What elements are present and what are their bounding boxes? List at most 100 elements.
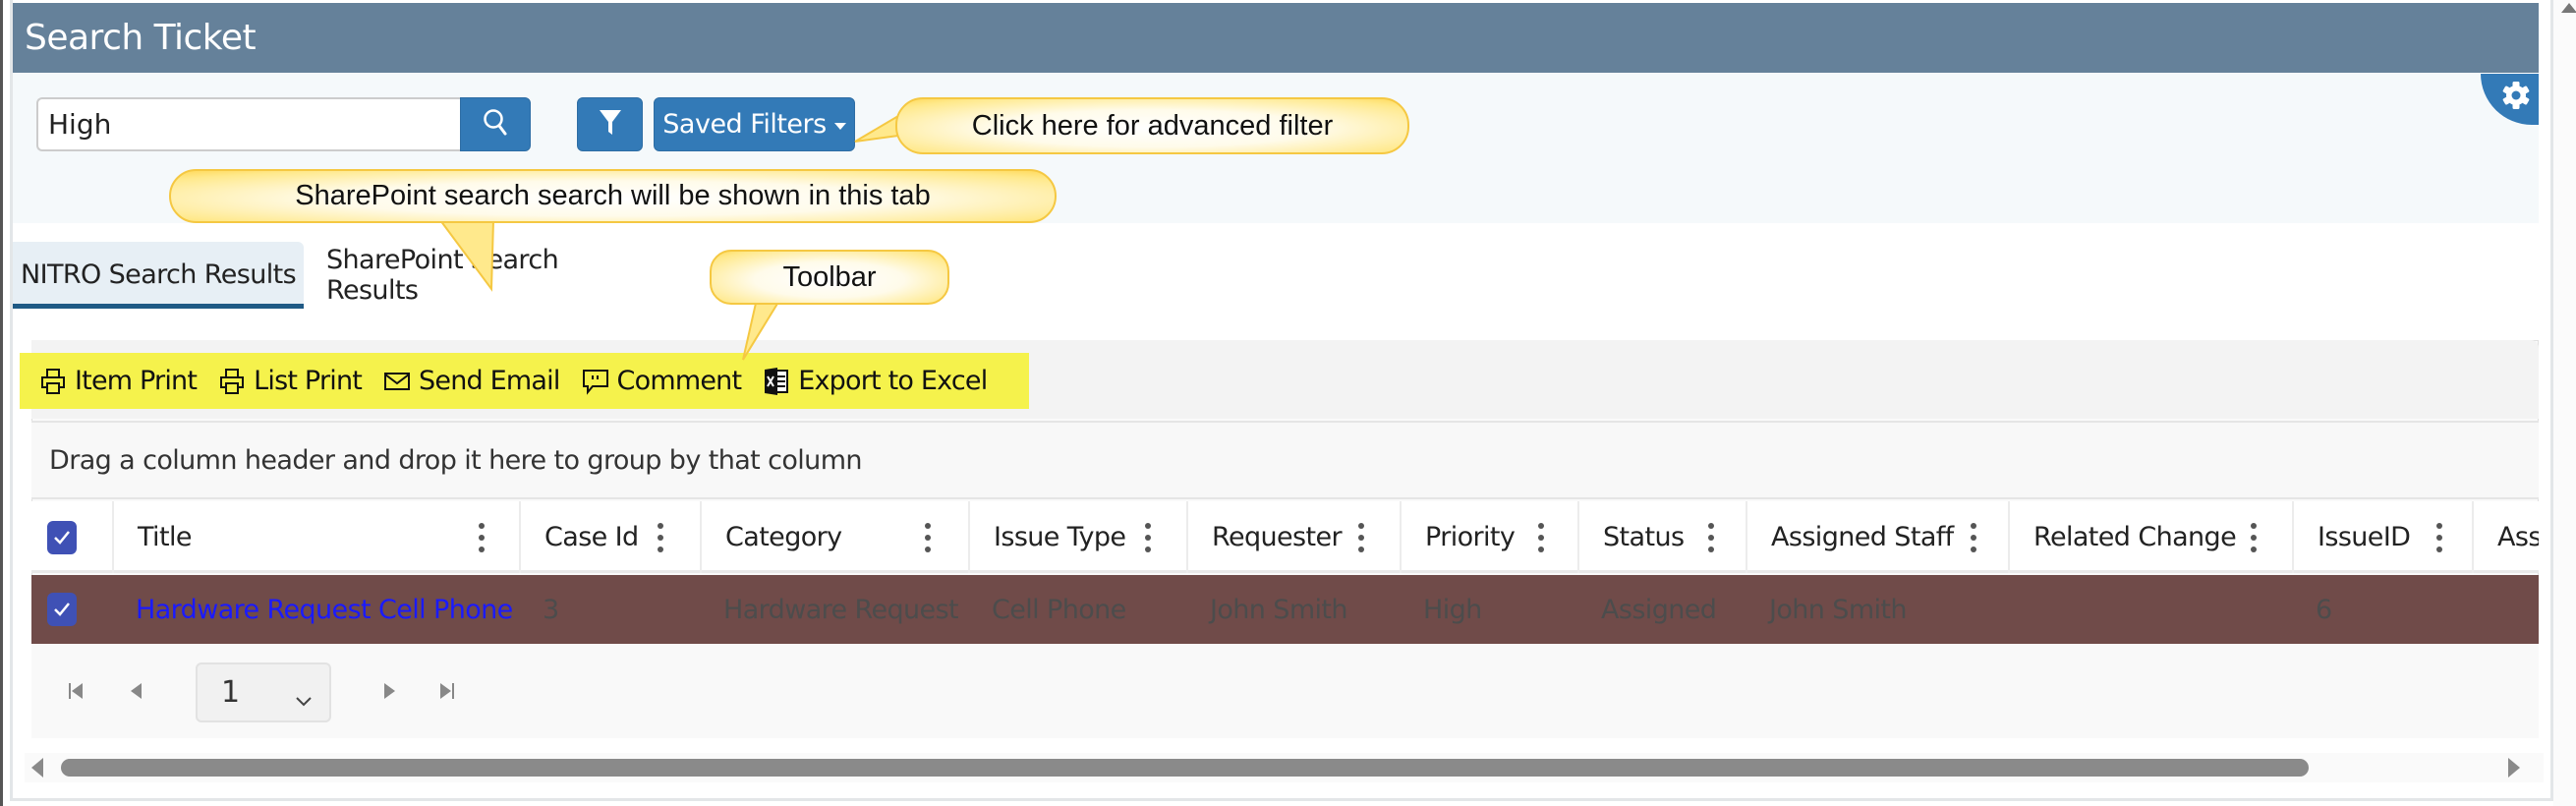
row-select-cell <box>31 575 112 644</box>
select-all-cell <box>31 501 112 573</box>
group-by-panel[interactable]: Drag a column header and drop it here to… <box>31 421 2539 499</box>
cell-issue-id: 6 <box>2316 594 2332 625</box>
last-page-button[interactable] <box>437 680 457 702</box>
column-menu-icon[interactable] <box>2435 523 2443 552</box>
column-header-assigned-staff[interactable]: Assigned Staff <box>1746 501 2008 573</box>
send-email-button[interactable]: Send Email <box>383 366 560 396</box>
sharepoint-callout: SharePoint search search will be shown i… <box>169 169 1057 223</box>
column-header-issue-id[interactable]: IssueID <box>2292 501 2472 573</box>
page-vertical-scrollbar[interactable] <box>2553 0 2576 806</box>
select-all-checkbox[interactable] <box>47 520 77 554</box>
printer-icon <box>218 367 246 396</box>
scroll-right-arrow-icon[interactable] <box>2508 758 2520 777</box>
column-label: IssueID <box>2318 522 2411 552</box>
cell-status: Assigned <box>1601 594 1717 625</box>
advanced-filter-callout: Click here for advanced filter <box>895 97 1409 154</box>
column-label: Assigned Staff <box>1771 522 1954 552</box>
column-header-related-change[interactable]: Related Change <box>2008 501 2292 573</box>
chevron-down-icon <box>294 682 314 717</box>
column-menu-icon[interactable] <box>478 523 486 552</box>
table-row[interactable]: Hardware Request Cell Phone 3 Hardware R… <box>31 575 2539 644</box>
previous-page-button[interactable] <box>128 680 147 702</box>
page-number-select[interactable]: 1 <box>196 662 331 722</box>
cell-title-link[interactable]: Hardware Request Cell Phone <box>112 575 519 644</box>
column-menu-icon[interactable] <box>657 523 664 552</box>
column-label: Requester <box>1212 522 1343 552</box>
cell-related-change <box>2008 575 2292 644</box>
callout-text: Click here for advanced filter <box>971 109 1334 142</box>
column-header-title[interactable]: Title <box>112 501 519 573</box>
column-header-issue-type[interactable]: Issue Type <box>968 501 1186 573</box>
group-panel-hint: Drag a column header and drop it here to… <box>49 444 863 476</box>
first-page-button[interactable] <box>67 680 86 702</box>
cell-issue-type: Cell Phone <box>992 594 1126 625</box>
cell-assigned-partial <box>2472 575 2539 644</box>
column-label: Category <box>725 522 842 552</box>
item-print-button[interactable]: Item Print <box>39 366 198 396</box>
last-page-icon <box>440 683 454 699</box>
column-header-category[interactable]: Category <box>700 501 968 573</box>
column-label: Status <box>1603 522 1685 552</box>
next-page-icon <box>384 683 395 699</box>
saved-filters-label: Saved Filters <box>662 109 827 140</box>
toolbar-actions: Item Print List Print Send Email Comment… <box>20 353 1029 409</box>
callout-text: Toolbar <box>782 260 877 293</box>
printer-icon <box>39 367 67 396</box>
column-label: Related Change <box>2033 522 2237 552</box>
scroll-up-arrow-icon[interactable] <box>2561 3 2576 13</box>
tab-nitro-search-results[interactable]: NITRO Search Results <box>13 242 304 309</box>
column-label: Ass <box>2497 522 2539 552</box>
horizontal-scrollbar-thumb[interactable] <box>61 759 2309 777</box>
search-input[interactable] <box>36 97 462 151</box>
row-checkbox[interactable] <box>47 593 77 626</box>
gear-icon <box>2501 81 2531 115</box>
toolbar-item-label: Comment <box>616 366 742 396</box>
window-edge <box>0 0 3 806</box>
column-menu-icon[interactable] <box>2250 523 2258 552</box>
page-header: Search Ticket <box>13 3 2539 73</box>
cell-assigned-staff: John Smith <box>1769 594 1908 625</box>
search-icon <box>482 107 509 142</box>
toolbar-item-label: Export to Excel <box>798 366 988 396</box>
next-page-button[interactable] <box>379 680 399 702</box>
callout-pointer <box>438 219 495 292</box>
toolbar-item-label: Item Print <box>75 366 198 396</box>
cell-requester: John Smith <box>1210 594 1348 625</box>
column-label: Title <box>138 522 192 552</box>
comment-icon <box>582 367 609 396</box>
list-print-button[interactable]: List Print <box>218 366 363 396</box>
column-header-priority[interactable]: Priority <box>1400 501 1577 573</box>
column-menu-icon[interactable] <box>1144 523 1152 552</box>
search-button[interactable] <box>460 97 531 151</box>
toolbar-callout: Toolbar <box>710 250 949 305</box>
column-label: Case Id <box>544 522 639 552</box>
column-menu-icon[interactable] <box>924 523 932 552</box>
column-header-assigned-partial[interactable]: Ass <box>2472 501 2539 573</box>
column-label: Issue Type <box>994 522 1126 552</box>
filter-icon <box>599 107 622 142</box>
grid-pager <box>31 644 2539 738</box>
column-menu-icon[interactable] <box>1537 523 1545 552</box>
current-page-value: 1 <box>221 675 241 710</box>
toolbar-item-label: List Print <box>254 366 363 396</box>
previous-page-icon <box>131 683 142 699</box>
page-title: Search Ticket <box>25 18 257 58</box>
column-header-status[interactable]: Status <box>1577 501 1746 573</box>
excel-icon <box>763 367 790 396</box>
grid-header-row: Title Case Id Category Issue Type Reques… <box>31 501 2539 573</box>
export-to-excel-button[interactable]: Export to Excel <box>763 366 988 396</box>
caret-down-icon <box>833 123 846 130</box>
callout-pointer <box>742 298 782 361</box>
tab-label: NITRO Search Results <box>21 259 297 290</box>
column-header-requester[interactable]: Requester <box>1186 501 1400 573</box>
column-header-case-id[interactable]: Case Id <box>519 501 700 573</box>
saved-filters-dropdown[interactable]: Saved Filters <box>654 97 855 151</box>
advanced-filter-button[interactable] <box>577 97 643 151</box>
column-menu-icon[interactable] <box>1707 523 1715 552</box>
column-menu-icon[interactable] <box>1357 523 1365 552</box>
column-menu-icon[interactable] <box>1970 523 1977 552</box>
envelope-icon <box>383 367 411 396</box>
scroll-left-arrow-icon[interactable] <box>31 758 43 777</box>
comment-button[interactable]: Comment <box>582 366 742 396</box>
cell-category: Hardware Request <box>723 594 959 625</box>
